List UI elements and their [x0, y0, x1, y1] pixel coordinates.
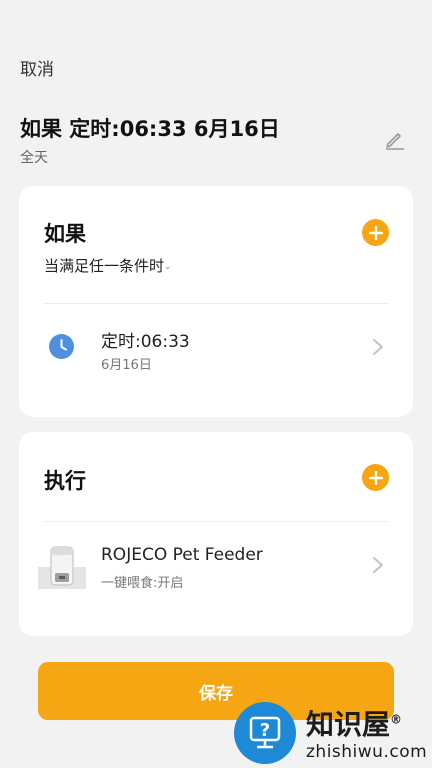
action-card: ROJECO Pet Feeder 一键喂食:开启: [19, 432, 413, 636]
page-title: 如果 定时:06:33 6月16日: [20, 117, 280, 141]
chevron-down-icon: ⌄: [164, 262, 172, 272]
condition-subtitle: 6月16日: [101, 358, 152, 373]
question-monitor-icon: ?: [249, 716, 281, 749]
chevron-right-icon: [371, 555, 385, 575]
svg-text:?: ?: [260, 720, 270, 741]
clock-icon: [49, 334, 74, 363]
condition-title: 定时:06:33: [101, 332, 190, 352]
action-subtitle: 一键喂食:开启: [101, 576, 184, 591]
action-section-title: 执行: [44, 469, 86, 493]
watermark-domain: zhishiwu.com: [306, 742, 428, 762]
action-title: ROJECO Pet Feeder: [101, 545, 263, 565]
if-section-title: 如果: [44, 222, 86, 246]
watermark-name: 知识屋®: [306, 708, 403, 741]
condition-mode-label: 当满足任一条件时: [44, 257, 165, 275]
condition-mode-dropdown[interactable]: 当满足任一条件时⌄: [44, 255, 172, 276]
chevron-right-icon: [371, 337, 385, 357]
plus-icon: [368, 225, 383, 240]
plus-icon: [368, 470, 383, 485]
watermark-logo: ?: [234, 702, 296, 764]
divider: [43, 303, 389, 304]
page-subtitle: 全天: [20, 150, 48, 166]
cancel-button[interactable]: 取消: [20, 55, 54, 80]
divider: [43, 521, 389, 522]
pet-feeder-image: [38, 543, 86, 591]
add-action-button[interactable]: [362, 464, 389, 491]
edit-icon[interactable]: [383, 127, 407, 151]
add-condition-button[interactable]: [362, 219, 389, 246]
